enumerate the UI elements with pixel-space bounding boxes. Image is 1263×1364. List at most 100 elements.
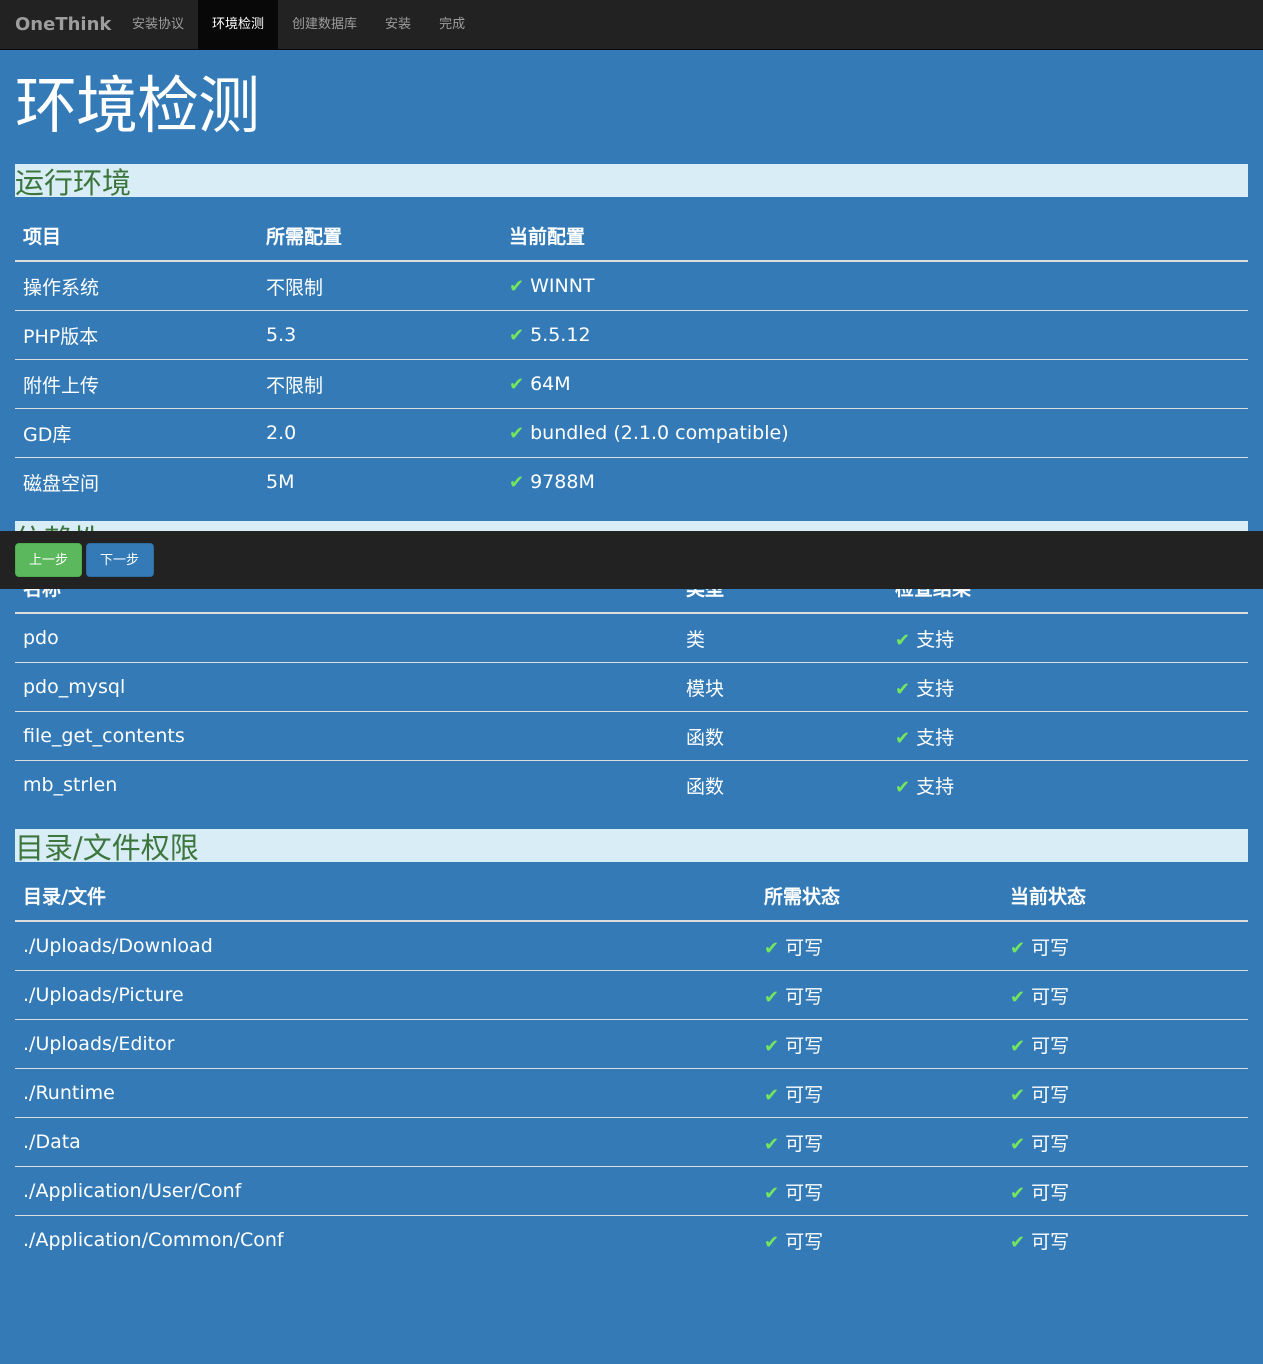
table-row: file_get_contents 函数 ✔ 支持 (15, 711, 1248, 761)
table-header-row: 项目 所需配置 当前配置 (15, 205, 1248, 262)
status-text: 可写 (785, 936, 824, 959)
checkmark-icon: ✔ (764, 1182, 780, 1204)
checkmark-icon: ✔ (1010, 1133, 1026, 1155)
checkmark-icon: ✔ (764, 1084, 780, 1106)
status-cell: ✔ 可写 (756, 1019, 1002, 1069)
path-cell: ./Data (15, 1117, 756, 1167)
table-row: ./Uploads/Picture ✔ 可写 ✔ 可写 (15, 970, 1248, 1020)
status-text: 可写 (1031, 1083, 1070, 1106)
checkmark-icon: ✔ (895, 776, 911, 798)
item-name-cell: PHP版本 (15, 310, 258, 360)
dependency-name-cell: pdo (15, 612, 678, 663)
column-header: 当前配置 (501, 205, 1248, 262)
nav-item-install[interactable]: 安装 (371, 0, 425, 50)
item-name-cell: GD库 (15, 408, 258, 458)
status-text: 支持 (916, 726, 955, 749)
status-cell: ✔ 可写 (1002, 1117, 1248, 1167)
table-row: 磁盘空间 5M ✔ 9788M (15, 457, 1248, 506)
status-cell: ✔ 可写 (756, 1068, 1002, 1118)
status-cell: ✔ 可写 (756, 1166, 1002, 1216)
path-cell: ./Runtime (15, 1068, 756, 1118)
nav-item-complete[interactable]: 完成 (425, 0, 479, 50)
dependency-type-cell: 模块 (678, 662, 887, 712)
env-table: 项目 所需配置 当前配置 操作系统 不限制 ✔ WINNT PHP版本 5.3 ✔ 5.5.1… (15, 205, 1248, 506)
checkmark-icon: ✔ (509, 276, 525, 297)
table-row: GD库 2.0 ✔ bundled (2.1.0 compatible) (15, 408, 1248, 458)
column-header: 所需配置 (258, 205, 501, 262)
checkmark-icon: ✔ (895, 629, 911, 651)
status-text: 支持 (916, 677, 955, 700)
status-text: 9788M (530, 471, 595, 493)
dirs-table: 目录/文件 所需状态 当前状态 ./Uploads/Download ✔ 可写 ✔ 可写… (15, 865, 1248, 1264)
item-name-cell: 附件上传 (15, 359, 258, 409)
required-config-cell: 5M (258, 457, 501, 506)
status-cell: ✔ 可写 (1002, 1068, 1248, 1118)
status-text: 可写 (785, 1181, 824, 1204)
checkmark-icon: ✔ (764, 1133, 780, 1155)
checkmark-icon: ✔ (1010, 1231, 1026, 1253)
required-config-cell: 不限制 (258, 260, 501, 311)
dependency-type-cell: 函数 (678, 760, 887, 809)
status-text: 可写 (1031, 1181, 1070, 1204)
status-text: 支持 (916, 628, 955, 651)
checkmark-icon: ✔ (509, 423, 525, 444)
status-cell: ✔ WINNT (501, 260, 1248, 311)
status-cell: ✔ 可写 (1002, 1019, 1248, 1069)
status-text: 可写 (1031, 985, 1070, 1008)
required-config-cell: 不限制 (258, 359, 501, 409)
status-cell: ✔ 可写 (1002, 970, 1248, 1020)
next-step-button[interactable]: 下一步 (86, 543, 154, 577)
column-header: 当前状态 (1002, 865, 1248, 922)
checkmark-icon: ✔ (1010, 1084, 1026, 1106)
dependency-name-cell: file_get_contents (15, 711, 678, 761)
nav-item-env-check[interactable]: 环境检测 (198, 0, 279, 50)
table-row: ./Uploads/Download ✔ 可写 ✔ 可写 (15, 920, 1248, 971)
prev-step-button[interactable]: 上一步 (15, 543, 82, 577)
path-cell: ./Uploads/Download (15, 920, 756, 971)
checkmark-icon: ✔ (764, 1231, 780, 1253)
status-cell: ✔ 可写 (1002, 1166, 1248, 1216)
path-cell: ./Application/User/Conf (15, 1166, 756, 1216)
table-row: mb_strlen 函数 ✔ 支持 (15, 760, 1248, 809)
table-row: pdo_mysql 模块 ✔ 支持 (15, 662, 1248, 712)
status-text: 可写 (785, 1034, 824, 1057)
install-steps-nav: 安装协议 环境检测 创建数据库 安装 完成 (118, 0, 479, 50)
status-text: 可写 (1031, 1230, 1070, 1253)
status-cell: ✔ 可写 (756, 920, 1002, 971)
nav-item-create-db[interactable]: 创建数据库 (278, 0, 371, 50)
table-row: PHP版本 5.3 ✔ 5.5.12 (15, 310, 1248, 360)
status-cell: ✔ 支持 (887, 760, 1248, 809)
status-text: 64M (530, 373, 571, 395)
checkmark-icon: ✔ (509, 472, 525, 493)
status-cell: ✔ 可写 (1002, 920, 1248, 971)
checkmark-icon: ✔ (895, 727, 911, 749)
table-row: 附件上传 不限制 ✔ 64M (15, 359, 1248, 409)
status-text: WINNT (530, 275, 595, 297)
nav-item-agreement[interactable]: 安装协议 (118, 0, 198, 50)
status-text: 可写 (785, 1230, 824, 1253)
checkmark-icon: ✔ (1010, 937, 1026, 959)
status-text: 可写 (1031, 1034, 1070, 1057)
checkmark-icon: ✔ (1010, 1182, 1026, 1204)
dependency-type-cell: 类 (678, 612, 887, 663)
status-text: 可写 (785, 985, 824, 1008)
path-cell: ./Uploads/Editor (15, 1019, 756, 1069)
dependency-type-cell: 函数 (678, 711, 887, 761)
table-row: ./Uploads/Editor ✔ 可写 ✔ 可写 (15, 1019, 1248, 1069)
status-text: 支持 (916, 775, 955, 798)
checkmark-icon: ✔ (764, 937, 780, 959)
path-cell: ./Application/Common/Conf (15, 1215, 756, 1264)
column-header: 所需状态 (756, 865, 1002, 922)
item-name-cell: 操作系统 (15, 260, 258, 311)
table-row: 操作系统 不限制 ✔ WINNT (15, 260, 1248, 311)
brand-logo[interactable]: OneThink (15, 0, 111, 50)
action-bar: 上一步 下一步 (0, 531, 1263, 589)
path-cell: ./Uploads/Picture (15, 970, 756, 1020)
status-text: bundled (2.1.0 compatible) (530, 422, 789, 444)
required-config-cell: 2.0 (258, 408, 501, 458)
status-text: 可写 (785, 1083, 824, 1106)
status-cell: ✔ bundled (2.1.0 compatible) (501, 408, 1248, 458)
checkmark-icon: ✔ (509, 325, 525, 346)
page-title: 环境检测 (15, 69, 260, 142)
deps-table: 名称 类型 检查结果 pdo 类 ✔ 支持 pdo_mysql 模块 ✔ 支持 file_get… (15, 557, 1248, 809)
